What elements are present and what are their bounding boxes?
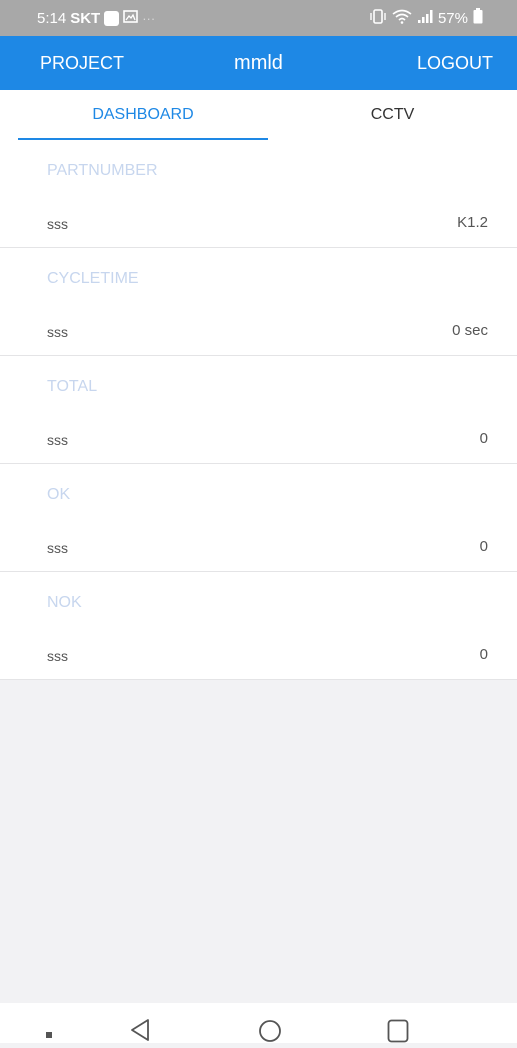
row-label: sss (47, 216, 68, 232)
gallery-icon (123, 9, 139, 28)
row-label: sss (47, 540, 68, 556)
row-value: 0 (479, 646, 488, 663)
section-total: TOTAL sss 0 (0, 356, 517, 464)
row-value: 0 sec (452, 322, 488, 339)
battery-icon (473, 8, 483, 28)
battery-percent: 57% (437, 9, 468, 27)
wifi-icon (392, 9, 412, 28)
signal-icon (417, 9, 433, 28)
tab-dashboard[interactable]: DASHBOARD (18, 90, 268, 140)
status-time: 5:14 (37, 9, 67, 27)
section-header: CYCLETIME (47, 270, 139, 287)
recents-icon[interactable] (387, 1019, 409, 1048)
section-partnumber: PARTNUMBER sss K1.2 (0, 140, 517, 248)
section-nok: NOK sss 0 (0, 572, 517, 680)
app-bar: PROJECT mmld LOGOUT (0, 36, 517, 90)
section-header: PARTNUMBER (47, 162, 158, 179)
notification-square-icon (104, 10, 120, 26)
tab-cctv-label: CCTV (370, 106, 415, 123)
section-header: TOTAL (47, 378, 98, 395)
row-label: sss (47, 648, 68, 664)
row-label: sss (47, 324, 68, 340)
system-nav-bar (0, 1003, 517, 1043)
section-header: NOK (47, 594, 82, 611)
tab-bar: DASHBOARD CCTV (0, 90, 517, 140)
status-carrier: SKT (70, 9, 101, 27)
menu-dot-icon[interactable] (45, 1026, 53, 1044)
status-left: 5:14 SKT ··· (37, 0, 155, 36)
section-ok: OK sss 0 (0, 464, 517, 572)
home-icon[interactable] (258, 1019, 282, 1048)
section-cycletime: CYCLETIME sss 0 sec (0, 248, 517, 356)
dashboard-list: PARTNUMBER sss K1.2 CYCLETIME sss 0 sec … (0, 140, 517, 680)
section-header: OK (47, 486, 71, 503)
row-value: 0 (479, 430, 488, 447)
project-button[interactable]: PROJECT (40, 36, 124, 90)
status-signal-dots: ··· (142, 10, 156, 26)
back-icon[interactable] (130, 1019, 150, 1046)
row-label: sss (47, 432, 68, 448)
tab-dashboard-label: DASHBOARD (92, 106, 194, 123)
tab-cctv[interactable]: CCTV (268, 90, 517, 140)
status-bar: 5:14 SKT ··· 57% (0, 0, 517, 36)
status-right: 57% (369, 0, 483, 36)
logout-button[interactable]: LOGOUT (417, 36, 493, 90)
row-value: 0 (479, 538, 488, 555)
row-value: K1.2 (457, 214, 488, 231)
vibrate-icon (369, 8, 387, 28)
